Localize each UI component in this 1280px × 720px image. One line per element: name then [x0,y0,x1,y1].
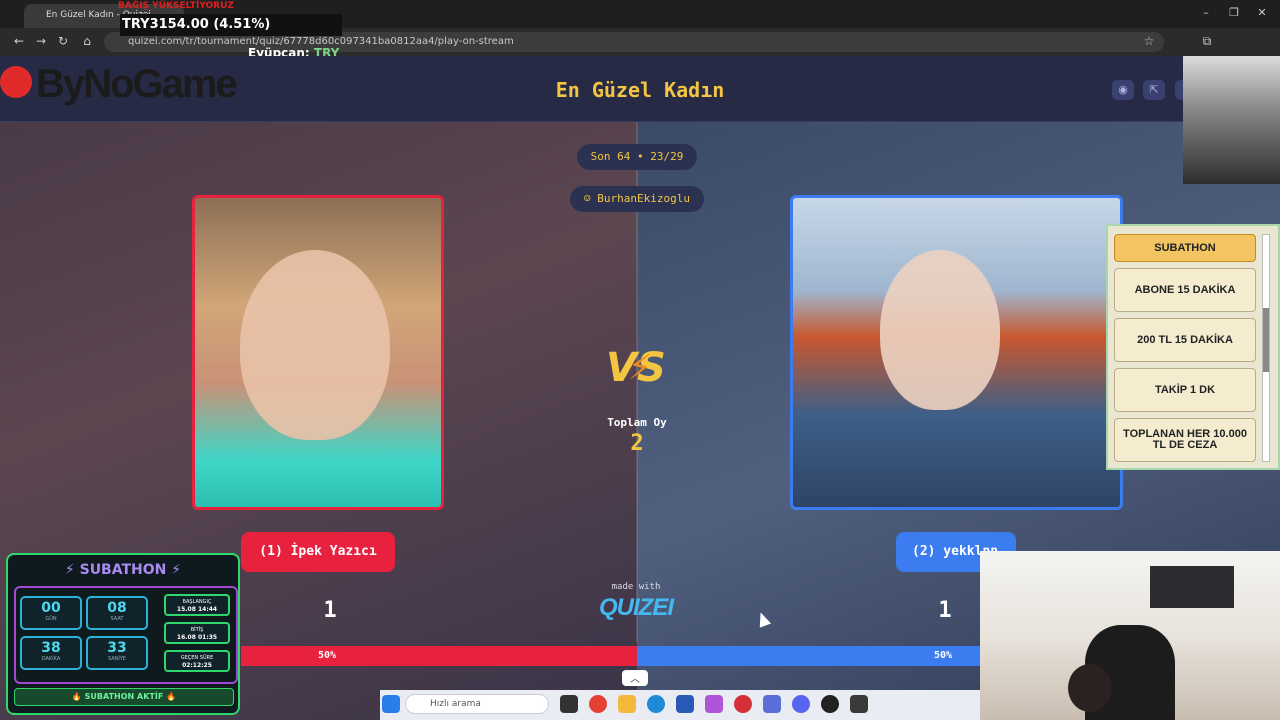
creator-badge[interactable]: ☺ BurhanEkizoglu [570,186,704,212]
back-icon[interactable]: ← [10,34,28,48]
made-with-label: made with [611,582,661,592]
timer-days: 00 GÜN [20,596,82,630]
start-icon[interactable] [382,695,400,713]
creator-name: BurhanEkizoglu [597,192,690,205]
eye-icon[interactable]: ◉ [1112,80,1134,100]
forward-icon[interactable]: → [32,34,50,48]
right-vote-bar [637,646,980,666]
logo: ByNoGame [36,62,238,106]
subathon-title: ⚡ SUBATHON ⚡ [64,562,182,578]
ticker-label: BAĞIŞ YÜKSELTİYORUZ [118,1,234,11]
left-vote-count: 1 [323,598,337,623]
donation-ticker: TRY3154.00 (4.51%) [120,14,342,36]
portrait-overlay [1183,56,1280,184]
abone-button[interactable]: ABONE 15 DAKİKA [1114,268,1256,312]
quizei-logo[interactable]: QUIZEI [586,594,686,622]
timer-start: BAŞLANGIÇ 15.08 14:44 [164,594,230,616]
share-icon[interactable]: ⇱ [1143,80,1165,100]
timer-elapsed: GEÇEN SÜRE 02:12:25 [164,650,230,672]
lightning-icon: ⚡ [628,348,652,388]
edge-icon[interactable] [647,695,665,713]
webcam-streamer [1068,664,1112,712]
subathon-status: 🔥 SUBATHON AKTİF 🔥 [14,688,234,706]
bookmark-star-icon[interactable]: ☆ [1140,34,1158,48]
panel-scrollbar-thumb[interactable] [1263,308,1269,372]
left-face [240,250,390,440]
chevron-up-icon[interactable]: ︿ [622,670,648,686]
copilot-icon[interactable] [705,695,723,713]
user-icon: ☺ [584,192,598,205]
follow-button[interactable]: TAKİP 1 DK [1114,368,1256,412]
logo-mark-icon [0,66,32,98]
settings-icon[interactable] [763,695,781,713]
timer-end: BİTİŞ 16.08 01:35 [164,622,230,644]
total-votes-label: Toplam Oy [607,416,667,429]
left-vote-percent: 50% [318,650,337,661]
right-vote-percent: 50% [934,650,953,661]
minimize-icon[interactable]: – [1196,6,1216,19]
discord-icon[interactable] [792,695,810,713]
timer-minutes: 38 DAKİKA [20,636,82,670]
left-contestant-name[interactable]: (1) İpek Yazıcı [241,532,395,572]
extensions-icon[interactable]: ⧉ [1198,34,1216,49]
opera-icon[interactable] [734,695,752,713]
reload-icon[interactable]: ↻ [54,34,72,48]
quiz-title: En Güzel Kadın [555,78,725,102]
app-icon[interactable] [850,695,868,713]
total-votes-value: 2 [630,431,644,456]
penalty-button[interactable]: TOPLANAN HER 10.000 TL DE CEZA [1114,418,1256,462]
folder-icon[interactable] [618,695,636,713]
timer-seconds: 33 SANİYE [86,636,148,670]
task-view-icon[interactable] [560,695,578,713]
close-icon[interactable]: ✕ [1252,6,1272,19]
subathon-button[interactable]: SUBATHON [1114,234,1256,262]
donation-200-button[interactable]: 200 TL 15 DAKİKA [1114,318,1256,362]
webcam-tv [1150,566,1234,608]
obs-icon[interactable] [821,695,839,713]
chrome-icon[interactable] [589,695,607,713]
store-icon[interactable] [676,695,694,713]
timer-hours: 08 SAAT [86,596,148,630]
right-face [880,250,1000,410]
right-vote-count: 1 [938,598,952,623]
home-icon[interactable]: ⌂ [78,34,96,48]
taskbar-search[interactable]: Hızlı arama [405,694,549,714]
left-vote-bar [241,646,637,666]
maximize-icon[interactable]: ❐ [1224,6,1244,19]
round-indicator: Son 64 • 23/29 [577,144,697,170]
